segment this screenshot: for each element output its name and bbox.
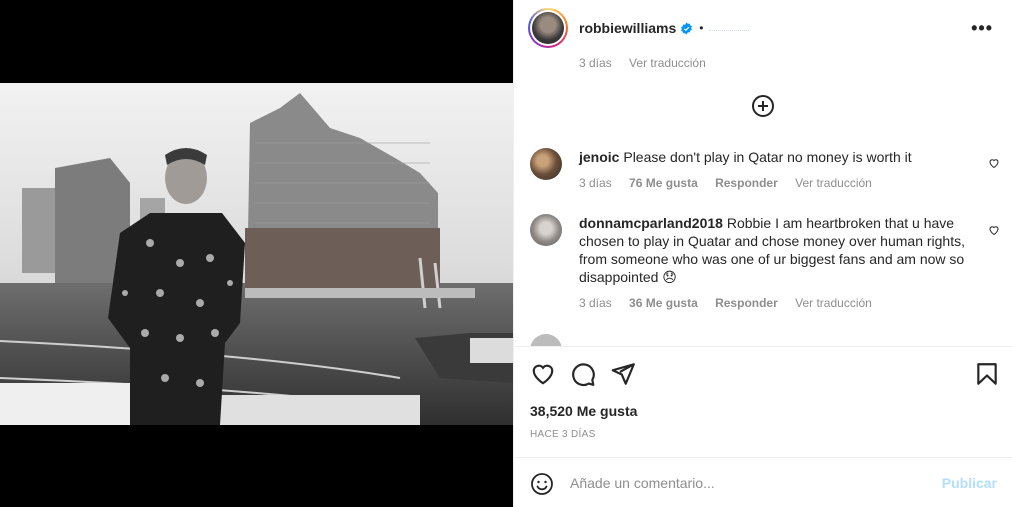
comment-text-block: donnamcparland2018 Robbie I am heartbrok… (579, 214, 979, 286)
post-photo[interactable] (0, 83, 513, 425)
reply-button[interactable]: Responder (715, 176, 778, 190)
verified-badge-icon (681, 22, 693, 34)
commenter-avatar[interactable] (530, 148, 562, 180)
post-header: robbiewilliams • ••• (514, 0, 1012, 56)
author-username[interactable]: robbiewilliams (579, 20, 676, 36)
send-icon[interactable] (610, 361, 636, 387)
translate-link[interactable]: Ver traducción (629, 56, 706, 70)
post-timestamp[interactable]: HACE 3 DÍAS (530, 429, 596, 440)
avatar-border (530, 10, 566, 46)
comment-text-block: jenoic Please don't play in Qatar no mon… (579, 148, 979, 166)
comment-composer: Publicar (514, 457, 1012, 507)
likes-count[interactable]: 38,520 Me gusta (530, 403, 637, 419)
comment-input[interactable] (570, 472, 930, 494)
translate-link[interactable]: Ver traducción (795, 176, 872, 190)
reply-button[interactable]: Responder (715, 296, 778, 310)
previous-comment-meta: 3 días Ver traducción (579, 56, 720, 70)
heart-icon[interactable] (530, 361, 556, 387)
publish-button[interactable]: Publicar (942, 475, 997, 491)
comment-likes[interactable]: 76 Me gusta (629, 176, 698, 190)
commenter-username[interactable]: jenoic (579, 149, 619, 165)
post-actions: 38,520 Me gusta HACE 3 DÍAS (514, 346, 1012, 456)
avatar-image (532, 12, 564, 44)
commenter-avatar[interactable] (530, 334, 562, 346)
comment-meta: 3 días 76 Me gusta Responder Ver traducc… (579, 176, 886, 190)
bookmark-icon[interactable] (974, 361, 1000, 387)
comment-item: jenoic Please don't play in Qatar no mon… (530, 148, 1000, 192)
post-media-panel (0, 0, 513, 507)
photo-illustration (0, 83, 513, 425)
commenter-username[interactable]: donnamcparland2018 (579, 215, 723, 231)
comment-time[interactable]: 3 días (579, 176, 612, 190)
comment-likes[interactable]: 36 Me gusta (629, 296, 698, 310)
header-separator: • (699, 21, 704, 35)
author-avatar[interactable] (528, 8, 568, 48)
emoji-icon[interactable] (530, 472, 554, 496)
comment-time[interactable]: 3 días (579, 56, 612, 70)
translate-link[interactable]: Ver traducción (795, 296, 872, 310)
comment-text: Please don't play in Qatar no money is w… (623, 149, 912, 165)
instagram-post-view: robbiewilliams • ••• 3 días Ver traducci… (0, 0, 1012, 507)
load-more-comments-icon[interactable] (752, 95, 774, 117)
comment-time[interactable]: 3 días (579, 296, 612, 310)
comment-heart-icon[interactable] (988, 224, 1000, 236)
post-side-panel: robbiewilliams • ••• 3 días Ver traducci… (513, 0, 1012, 507)
comment-meta: 3 días 36 Me gusta Responder Ver traducc… (579, 296, 886, 310)
next-comment-partial (530, 334, 1000, 346)
comment-heart-icon[interactable] (988, 157, 1000, 169)
comment-icon[interactable] (570, 361, 596, 387)
comment-item: donnamcparland2018 Robbie I am heartbrok… (530, 214, 1000, 314)
more-options-icon[interactable]: ••• (971, 18, 993, 39)
follow-button-blurred[interactable] (709, 25, 750, 31)
comments-list: 3 días Ver traducción jenoic Please don'… (514, 56, 1012, 346)
commenter-avatar[interactable] (530, 214, 562, 246)
